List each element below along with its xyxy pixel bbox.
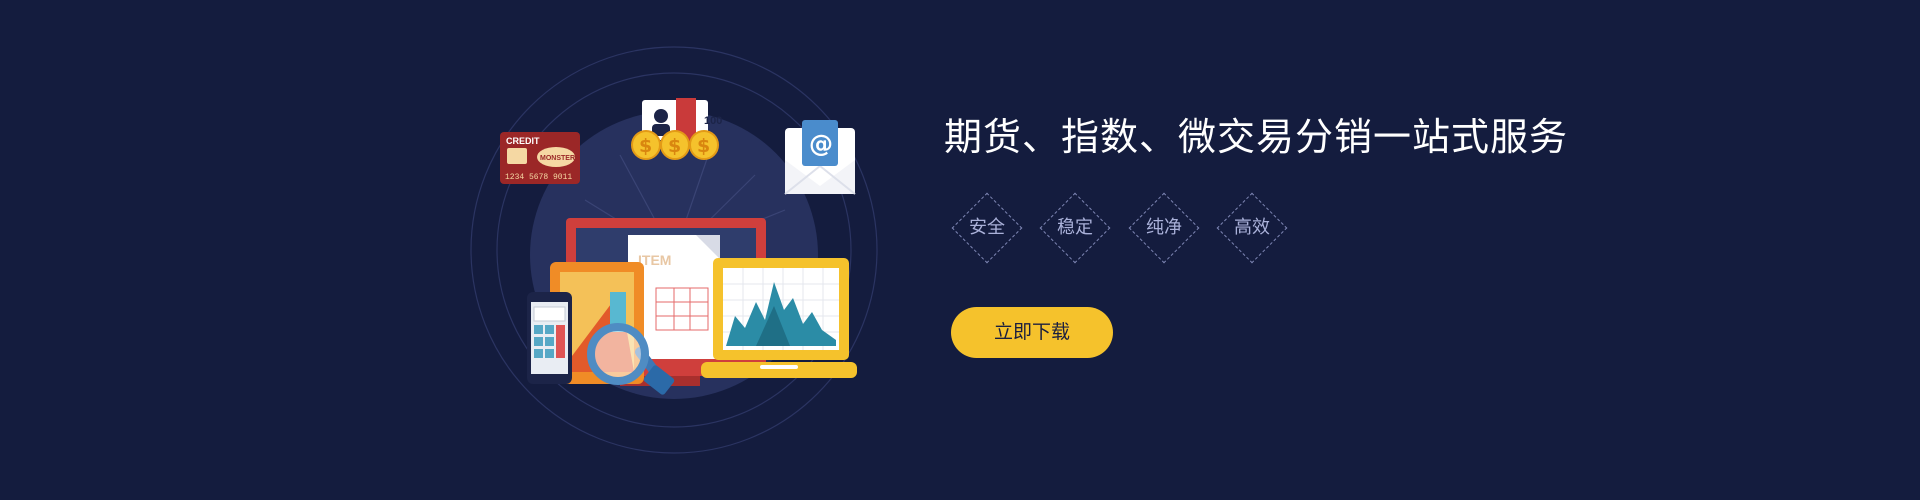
coin-symbol: $: [639, 135, 652, 157]
feature-item-efficient: 高效: [1209, 185, 1295, 271]
illustration-graphic: ITEM CREDIT MONSTER 1234 5678 9011 100 $…: [470, 46, 878, 454]
headline: 期货、指数、微交易分销一站式服务: [944, 115, 1569, 159]
feature-label: 安全: [969, 217, 1005, 238]
finance-illustration: ITEM CREDIT MONSTER 1234 5678 9011 100 $…: [460, 40, 900, 470]
credit-card-title: CREDIT: [506, 136, 540, 146]
coins-icon: $ $ $: [631, 130, 719, 160]
feature-label: 纯净: [1146, 217, 1182, 238]
feature-item-pure: 纯净: [1121, 185, 1207, 271]
feature-item-stable: 稳定: [1032, 185, 1118, 271]
banknote-value: 100: [704, 115, 722, 127]
credit-card-number: 1234 5678 9011: [505, 173, 572, 182]
laptop-chart-icon: [701, 258, 857, 378]
feature-label: 稳定: [1057, 217, 1093, 238]
coin-symbol: $: [697, 135, 710, 157]
feature-item-security: 安全: [944, 185, 1030, 271]
email-at-symbol: @: [809, 130, 833, 158]
download-button[interactable]: 立即下载: [951, 307, 1113, 358]
credit-card-icon: CREDIT MONSTER 1234 5678 9011: [500, 132, 580, 184]
email-icon: @: [784, 120, 856, 195]
hero-banner: ITEM CREDIT MONSTER 1234 5678 9011 100 $…: [0, 0, 1920, 500]
coin-symbol: $: [668, 135, 681, 157]
feature-label: 高效: [1234, 217, 1270, 238]
phone-calculator-icon: [527, 292, 572, 384]
credit-card-brand: MONSTER: [540, 155, 575, 162]
hero-content: 期货、指数、微交易分销一站式服务 安全 稳定 纯净 高效 立即下载: [944, 0, 1644, 500]
